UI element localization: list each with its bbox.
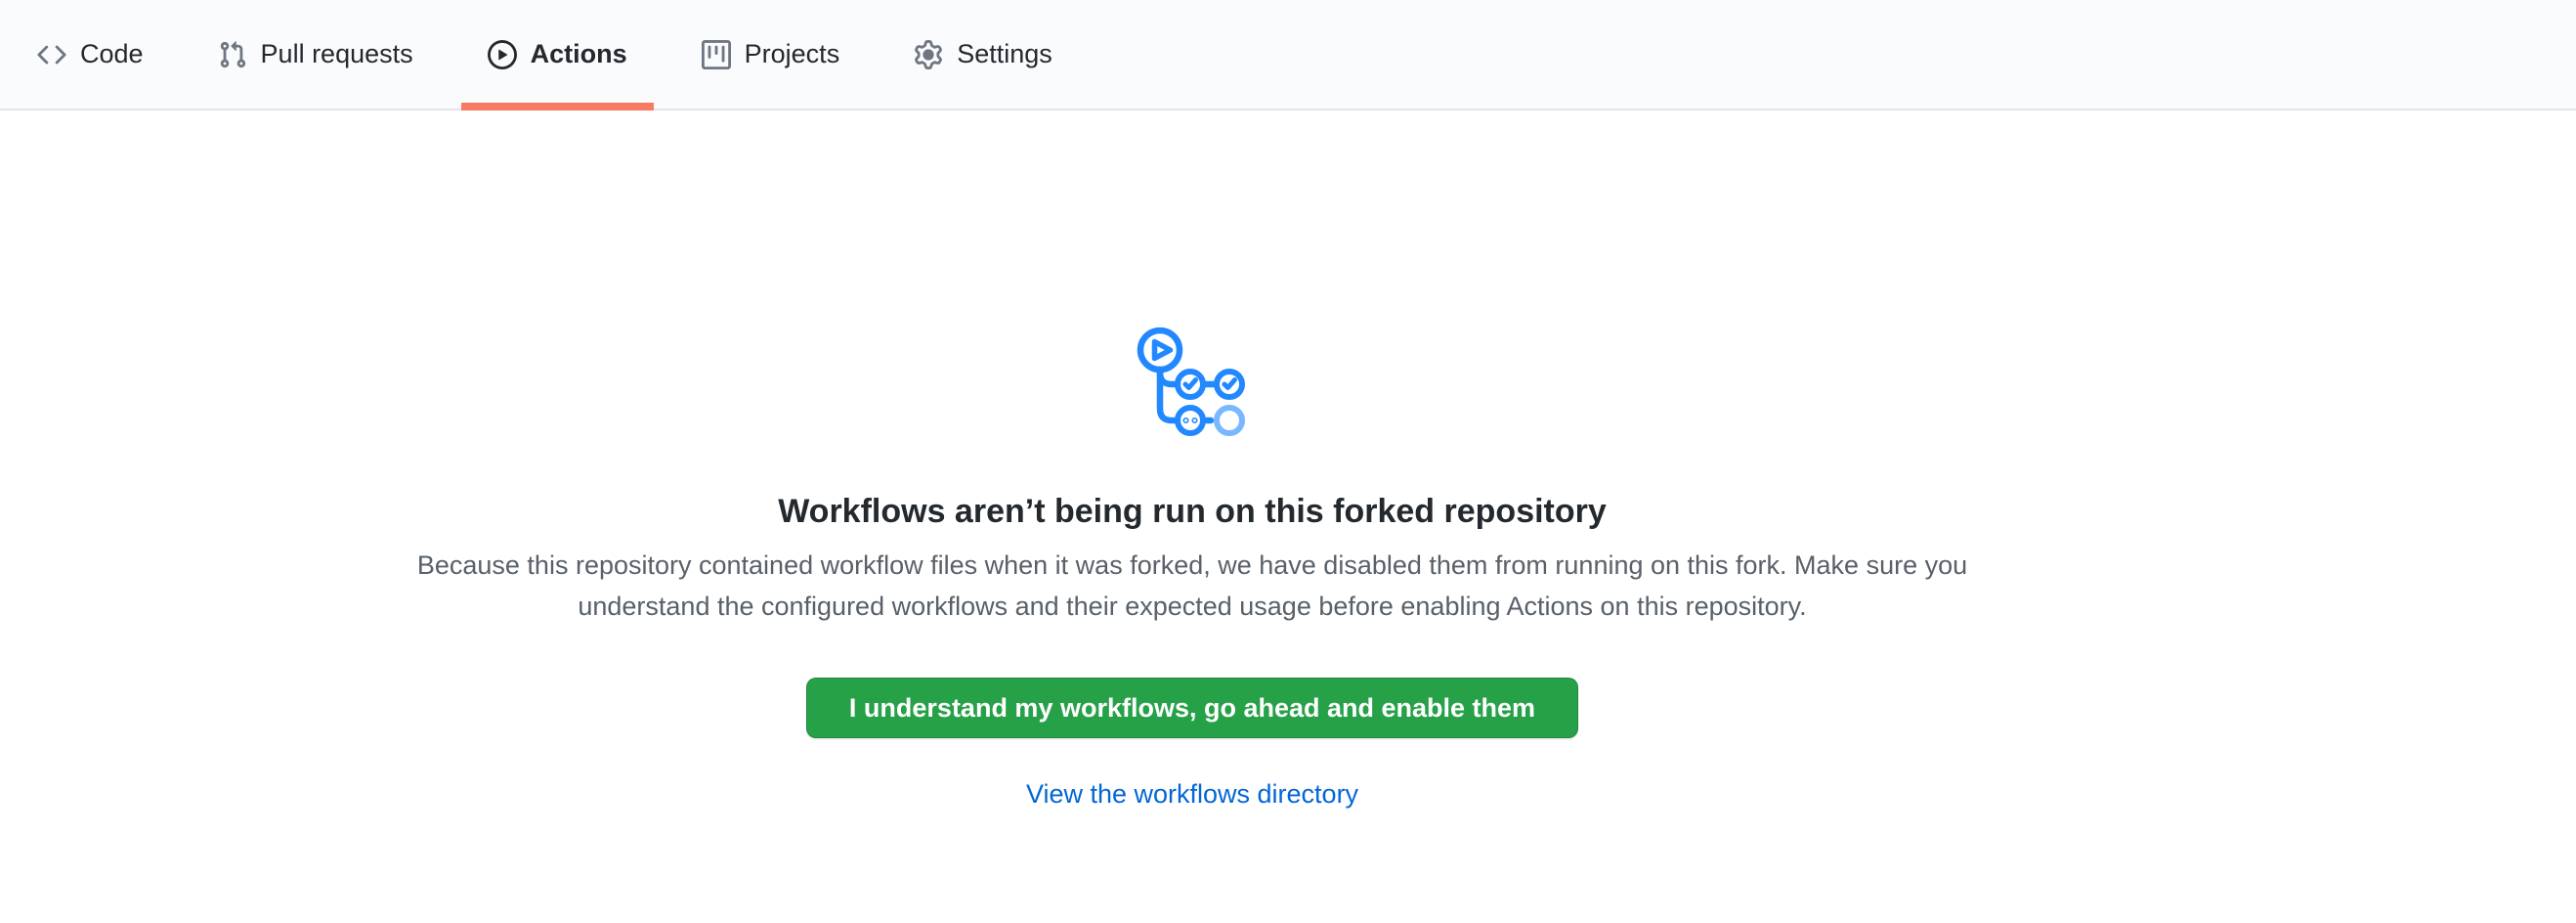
git-pull-request-icon [218, 40, 247, 69]
project-icon [702, 40, 731, 69]
tab-projects[interactable]: Projects [675, 0, 867, 109]
tab-label: Pull requests [261, 41, 413, 67]
tab-settings[interactable]: Settings [887, 0, 1079, 109]
blank-slate-title: Workflows aren’t being run on this forke… [0, 491, 2384, 532]
tab-actions[interactable]: Actions [461, 0, 654, 109]
blank-slate-description: Because this repository contained workfl… [386, 545, 1998, 627]
enable-button-row: I understand my workflows, go ahead and … [0, 627, 2384, 738]
workflow-illustration-icon [1137, 327, 1248, 438]
tab-label: Code [80, 41, 144, 67]
gear-icon [914, 40, 943, 69]
code-icon [37, 40, 66, 69]
tab-code[interactable]: Code [11, 0, 170, 109]
tab-label: Actions [531, 41, 627, 67]
tab-pull-requests[interactable]: Pull requests [192, 0, 440, 109]
repo-tab-bar: Code Pull requests Actions Projects Sett… [0, 0, 2576, 110]
play-icon [488, 40, 517, 69]
tab-label: Settings [957, 41, 1052, 67]
enable-workflows-button[interactable]: I understand my workflows, go ahead and … [806, 678, 1578, 738]
workflows-link-row: View the workflows directory [0, 779, 2384, 810]
view-workflows-directory-link[interactable]: View the workflows directory [1026, 779, 1358, 809]
actions-blank-slate: Workflows aren’t being run on this forke… [0, 110, 2384, 810]
tab-label: Projects [745, 41, 840, 67]
